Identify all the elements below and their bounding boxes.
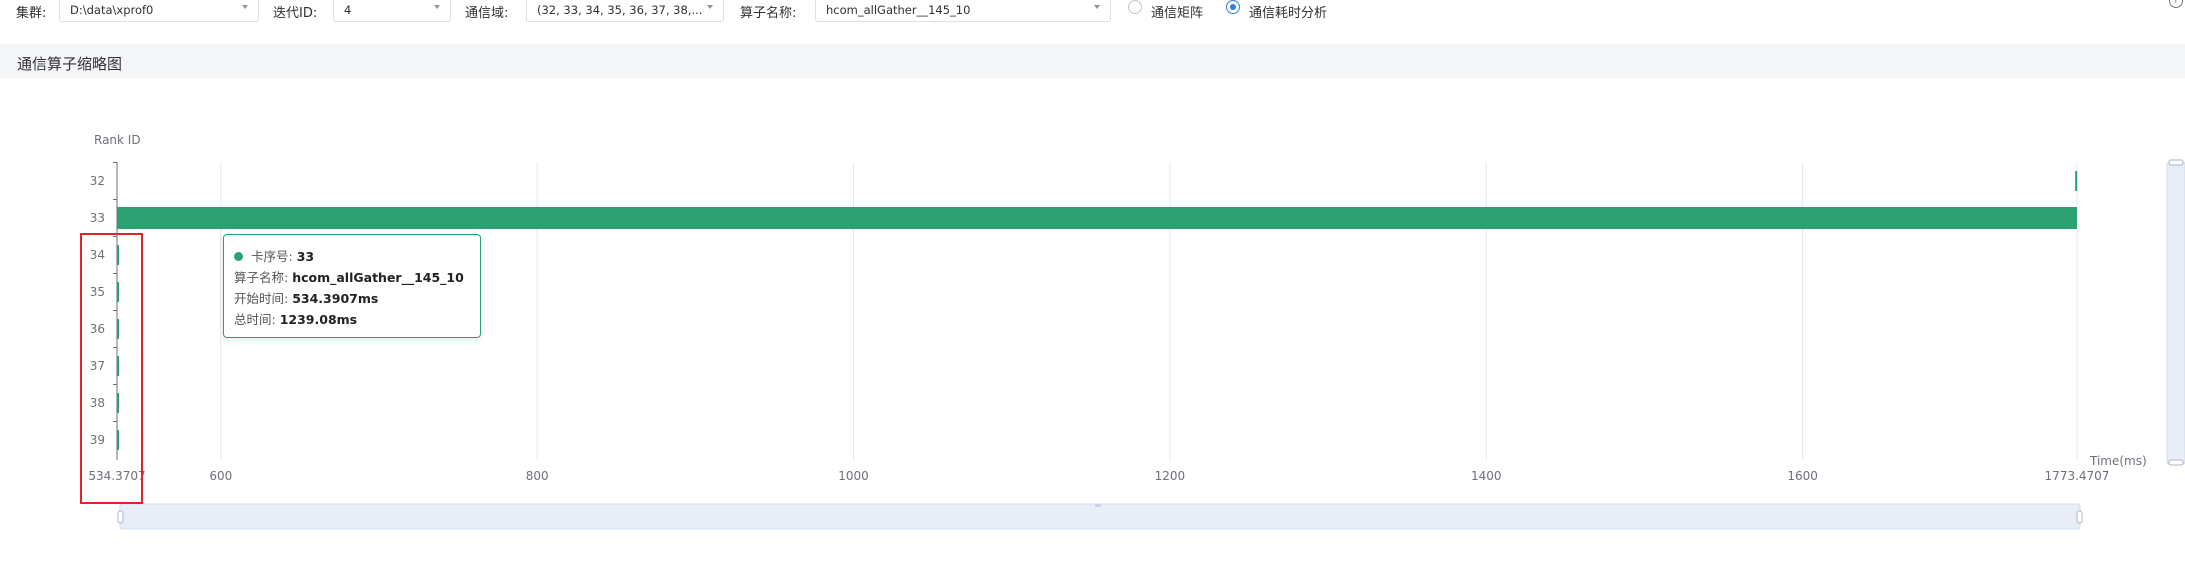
tooltip-start-label: 开始时间: [234,291,289,306]
y-zoom-slider [2166,161,2185,465]
tooltip-start-value: 534.3907ms [292,291,379,306]
cluster-select-value: D:\data\xprof0 [70,3,154,17]
section-header: 通信算子缩略图 [0,44,2185,78]
section-title: 通信算子缩略图 [17,55,123,73]
x-tick-label: 1200 [1155,469,1186,483]
bar-rank-33 [117,207,2078,229]
x-axis-title: Time(ms) [2089,454,2147,468]
x-tick-label: 800 [526,469,549,483]
iteration-select-value: 4 [344,3,352,17]
iteration-select[interactable]: 4 [333,0,451,22]
tooltip-name-value: hcom_allGather__145_10 [292,270,464,285]
radio-time-analysis[interactable] [1226,0,1240,14]
x-tick-label: 1773.4707 [2045,469,2110,483]
chevron-down-icon [434,5,440,9]
cluster-select[interactable]: D:\data\xprof0 [59,0,259,22]
domain-select[interactable]: (32, 33, 34, 35, 36, 37, 38,... [526,0,724,22]
x-zoom-handle-right [2076,510,2083,524]
tooltip-total-label: 总时间: [234,312,276,327]
domain-select-value: (32, 33, 34, 35, 36, 37, 38,... [537,3,703,17]
tooltip-rank-label: 卡序号: [251,249,293,264]
x-zoom-grip [1095,504,1101,507]
domain-label: 通信域: [465,6,509,21]
x-zoom-slider [119,503,2081,530]
x-zoom-handle-left [117,510,124,524]
x-tick-label: 1000 [838,469,869,483]
y-zoom-handle-top [2168,159,2184,166]
chart-tooltip: 卡序号: 33 算子名称: hcom_allGather__145_10 开始时… [223,234,481,338]
tooltip-name-label: 算子名称: [234,270,289,285]
operator-label: 算子名称: [740,6,797,21]
radio-time-label[interactable]: 通信耗时分析 [1249,2,1327,21]
chevron-down-icon [707,5,713,9]
operator-select[interactable]: hcom_allGather__145_10 [815,0,1111,22]
y-axis-title: Rank ID [94,133,141,147]
x-tick-label: 1400 [1471,469,1502,483]
tooltip-total-row: 总时间: 1239.08ms [234,309,480,330]
tooltip-start-row: 开始时间: 534.3907ms [234,288,480,309]
x-tick-label: 600 [209,469,232,483]
tooltip-rank-row: 卡序号: 33 [234,246,480,267]
chevron-down-icon [242,5,248,9]
y-tick-label: 32 [90,174,105,188]
tooltip-total-value: 1239.08ms [279,312,358,327]
toolbar: 集群: D:\data\xprof0 迭代ID: 4 通信域: (32, 33,… [0,0,2185,22]
y-tick-label: 33 [90,211,105,225]
chevron-down-icon [1094,5,1100,9]
help-icon[interactable]: ? [2169,0,2183,8]
operator-select-value: hcom_allGather__145_10 [826,3,971,17]
cluster-label: 集群: [16,6,47,21]
radio-matrix-label[interactable]: 通信矩阵 [1151,2,1203,21]
x-tick-label: 1600 [1787,469,1818,483]
highlight-box [80,233,143,504]
tooltip-rank-value: 33 [296,249,315,264]
y-zoom-handle-bottom [2168,459,2184,466]
tooltip-name-row: 算子名称: hcom_allGather__145_10 [234,267,480,288]
bar-rank-32 [2075,171,2078,191]
radio-matrix[interactable] [1128,0,1142,14]
iteration-label: 迭代ID: [273,6,318,21]
series-dot-icon [234,252,243,261]
